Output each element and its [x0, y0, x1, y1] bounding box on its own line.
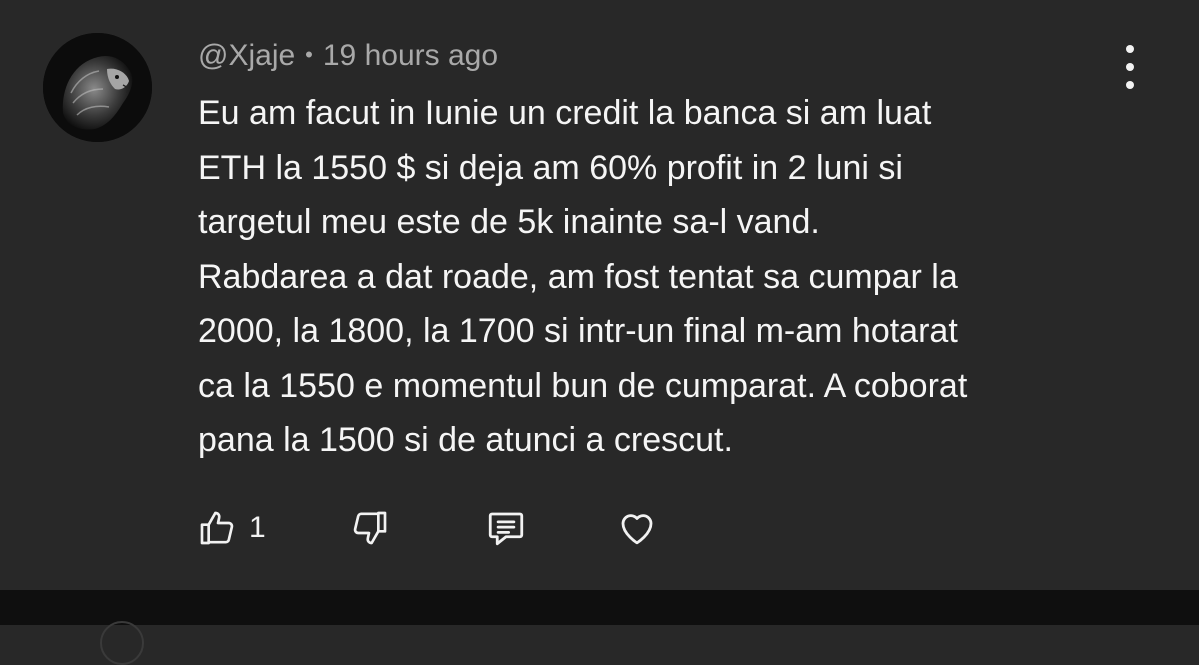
lion-avatar-image [43, 33, 152, 142]
comment-reply-icon [488, 512, 524, 546]
author-handle[interactable]: @Xjaje [198, 39, 295, 72]
more-vertical-icon-dot [1126, 63, 1134, 71]
thumbs-up-icon [200, 511, 234, 545]
dislike-button[interactable] [350, 505, 390, 551]
comment-meta: @Xjaje • 19 hours ago [198, 35, 498, 76]
comment-card: @Xjaje • 19 hours ago Eu am facut in Iunie… [0, 0, 1199, 590]
author-avatar[interactable] [43, 33, 152, 142]
comment-timestamp[interactable]: 19 hours ago [323, 39, 498, 72]
comment-text: Eu am facut in Iunie un credit la banca … [198, 94, 968, 459]
heart-icon [621, 514, 653, 545]
like-button[interactable]: 1 [197, 505, 266, 551]
like-count: 1 [249, 511, 266, 544]
reply-button[interactable] [485, 505, 527, 551]
more-vertical-icon-dot [1126, 45, 1134, 53]
thumbs-down-icon [353, 511, 387, 545]
meta-separator: • [305, 42, 313, 67]
next-avatar-edge [100, 621, 144, 665]
heart-button[interactable] [616, 505, 658, 551]
more-options-button[interactable] [1115, 45, 1145, 89]
next-comment-strip [0, 590, 1199, 665]
